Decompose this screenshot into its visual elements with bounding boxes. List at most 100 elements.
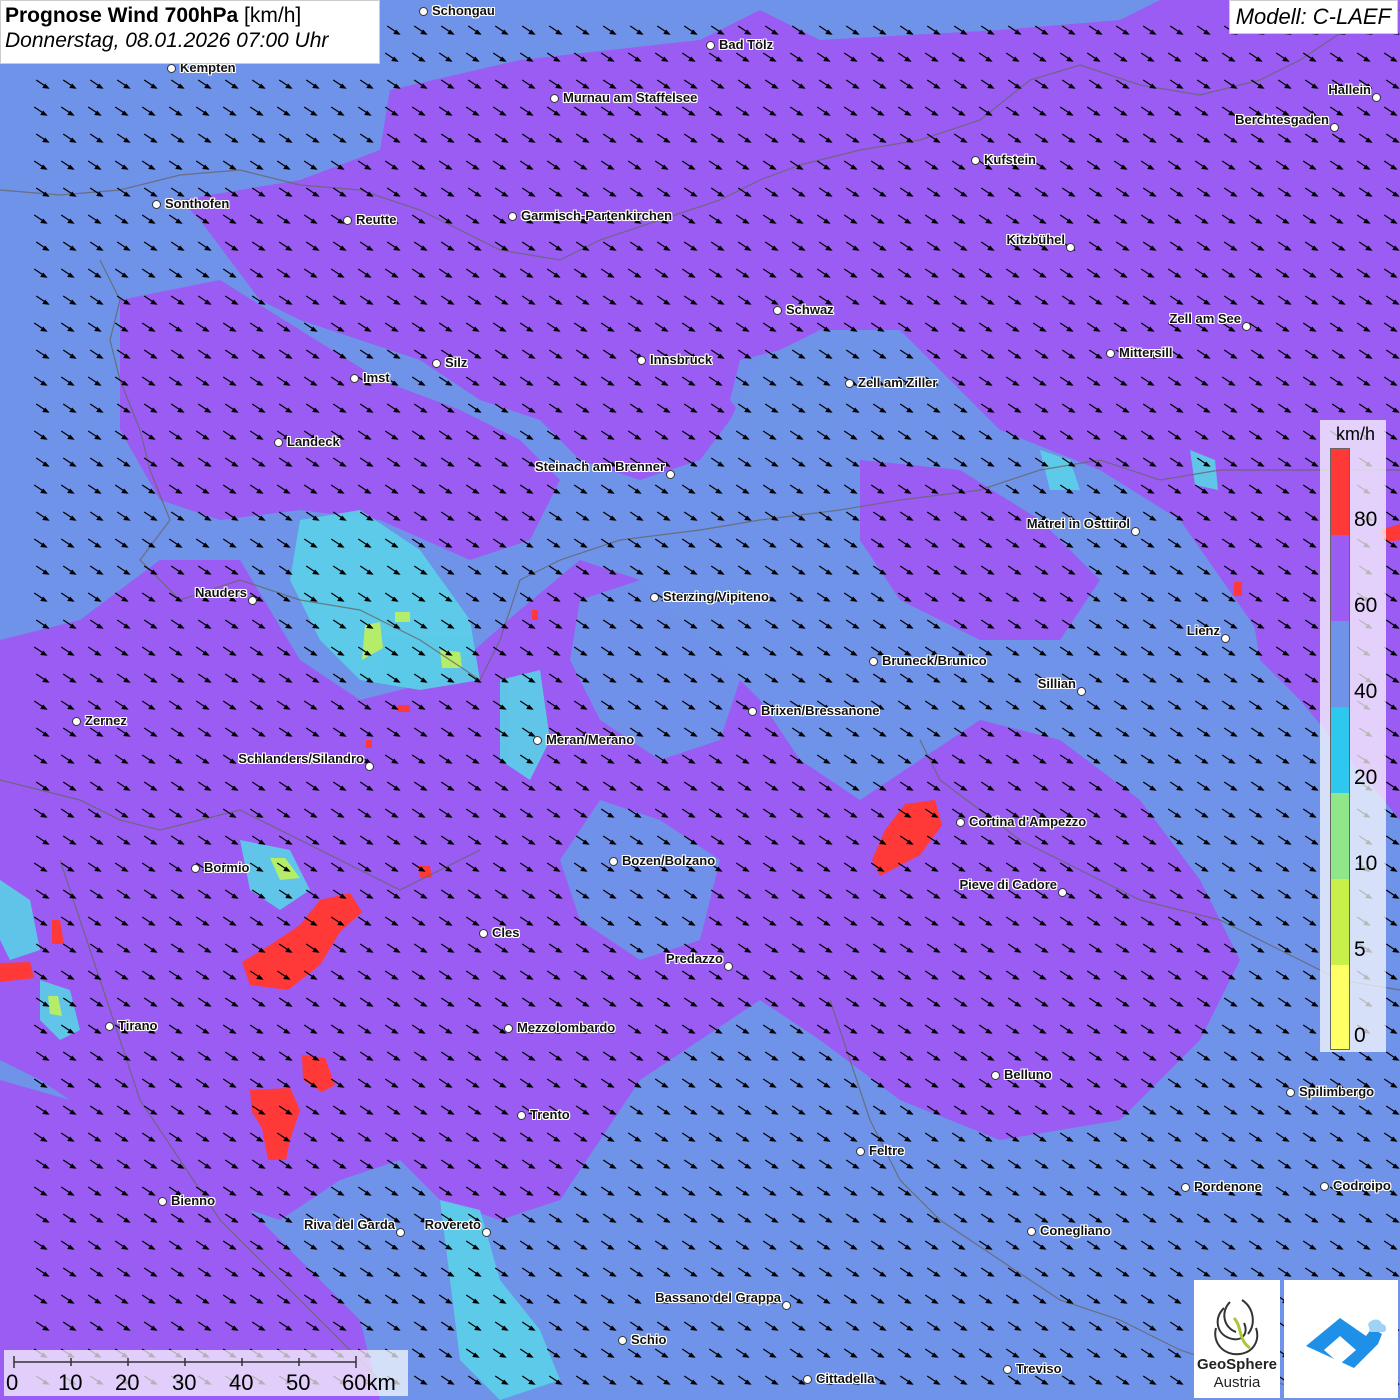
legend-swatch-purple: [1331, 535, 1349, 621]
city-marker: [1131, 527, 1140, 536]
legend-swatch-yellow: [1331, 965, 1349, 1049]
legend-swatch-blue: [1331, 621, 1349, 707]
city-marker: [191, 864, 200, 873]
title-box: Prognose Wind 700hPa [km/h] Donnerstag, …: [0, 0, 380, 64]
legend-label-40: 40: [1354, 680, 1378, 703]
city-marker: [1372, 93, 1381, 102]
city-label: Berchtesgaden: [1235, 112, 1329, 127]
legend-label-0: 0: [1354, 1024, 1366, 1047]
city-label: Bormio: [204, 860, 250, 875]
city-marker: [609, 857, 618, 866]
city-marker: [550, 94, 559, 103]
city-marker: [856, 1147, 865, 1156]
legend-label-80: 80: [1354, 508, 1378, 531]
city-label: Feltre: [869, 1143, 905, 1158]
city-label: Treviso: [1016, 1361, 1062, 1376]
city-label: Schlanders/Silandro: [238, 751, 364, 766]
city-marker: [1003, 1365, 1012, 1374]
city-marker: [274, 438, 283, 447]
city-label: Cles: [492, 925, 520, 940]
city-marker: [956, 818, 965, 827]
city-marker: [748, 707, 757, 716]
city-label: Steinach am Brenner: [534, 459, 665, 474]
city-marker: [482, 1228, 491, 1237]
city-label: Zell am Ziller: [858, 375, 938, 390]
city-marker: [706, 41, 715, 50]
city-label: Bassano del Grappa: [655, 1290, 781, 1305]
map-title-main: Prognose Wind 700hPa: [5, 4, 239, 27]
city-marker: [618, 1336, 627, 1345]
scale-label-0: 0: [6, 1370, 19, 1395]
city-marker: [533, 736, 542, 745]
city-label: Mittersill: [1119, 345, 1173, 360]
city-label: Innsbruck: [650, 352, 713, 367]
city-marker: [650, 593, 659, 602]
city-marker: [1027, 1227, 1036, 1236]
city-label: Cittadella: [816, 1371, 875, 1386]
city-marker: [479, 929, 488, 938]
scale-label-60km: 60km: [342, 1370, 396, 1395]
city-marker: [1242, 322, 1251, 331]
city-label: Schongau: [432, 3, 495, 18]
city-label: Mezzolombardo: [517, 1020, 616, 1035]
city-label: Murnau am Staffelsee: [563, 90, 698, 105]
city-label: Belluno: [1004, 1067, 1052, 1082]
city-marker: [1106, 349, 1115, 358]
city-label: Tirano: [118, 1018, 158, 1033]
city-label: Pieve di Cadore: [959, 877, 1057, 892]
city-label: Matrei in Osttirol: [1026, 516, 1130, 531]
city-label: Brixen/Bressanone: [761, 703, 880, 718]
city-marker: [1066, 243, 1075, 252]
scale-label-10: 10: [58, 1370, 83, 1395]
app-logo-icon: [1306, 1318, 1387, 1368]
city-label: Sonthofen: [165, 196, 230, 211]
city-label: Zell am See: [1169, 311, 1241, 326]
city-marker: [782, 1301, 791, 1310]
city-label: Landeck: [287, 434, 340, 449]
city-label: Rovereto: [424, 1217, 481, 1232]
city-label: Bruneck/Brunico: [882, 653, 987, 668]
city-label: Nauders: [194, 585, 247, 600]
city-marker: [419, 7, 428, 16]
geosphere-logo-line1: GeoSphere: [1196, 1356, 1278, 1373]
color-legend: km/h 80 60 40 20 10 5 0: [1320, 420, 1386, 1052]
scale-label-30: 30: [172, 1370, 197, 1395]
city-marker: [396, 1228, 405, 1237]
scale-label-20: 20: [115, 1370, 140, 1395]
city-marker: [343, 216, 352, 225]
city-label: Cortina d'Ampezzo: [969, 814, 1087, 829]
city-label: Schwaz: [786, 302, 834, 317]
legend-swatch-red: [1331, 449, 1349, 535]
city-label: Imst: [363, 370, 390, 385]
city-marker: [845, 379, 854, 388]
geosphere-logo: GeoSphere Austria: [1194, 1280, 1280, 1398]
city-label: Riva del Garda: [303, 1217, 395, 1232]
city-marker: [637, 356, 646, 365]
city-marker: [666, 470, 675, 479]
legend-swatch-cyan: [1331, 707, 1349, 793]
city-label: Spilimbergo: [1299, 1084, 1375, 1099]
city-label: Silz: [445, 355, 468, 370]
legend-swatch-green: [1331, 793, 1349, 879]
city-label: Zernez: [85, 713, 127, 728]
city-marker: [991, 1071, 1000, 1080]
legend-label-5: 5: [1354, 938, 1366, 961]
city-label: Bad Tölz: [719, 37, 774, 52]
city-marker: [105, 1022, 114, 1031]
city-marker: [724, 962, 733, 971]
city-label: Lienz: [1186, 623, 1220, 638]
legend-label-60: 60: [1354, 594, 1378, 617]
city-label: Sterzing/Vipiteno: [663, 589, 769, 604]
forecast-datetime: Donnerstag, 08.01.2026 07:00 Uhr: [5, 29, 329, 52]
app-logo: [1284, 1280, 1398, 1398]
city-label: Pordenone: [1194, 1179, 1262, 1194]
city-label: Sillian: [1037, 676, 1076, 691]
city-label: Meran/Merano: [546, 732, 635, 747]
city-marker: [432, 359, 441, 368]
city-marker: [152, 200, 161, 209]
city-label: Bienno: [171, 1193, 216, 1208]
city-label: Kufstein: [984, 152, 1036, 167]
legend-label-10: 10: [1354, 852, 1378, 875]
legend-bar: [1330, 448, 1350, 1050]
city-label: Kitzbühel: [1006, 232, 1066, 247]
